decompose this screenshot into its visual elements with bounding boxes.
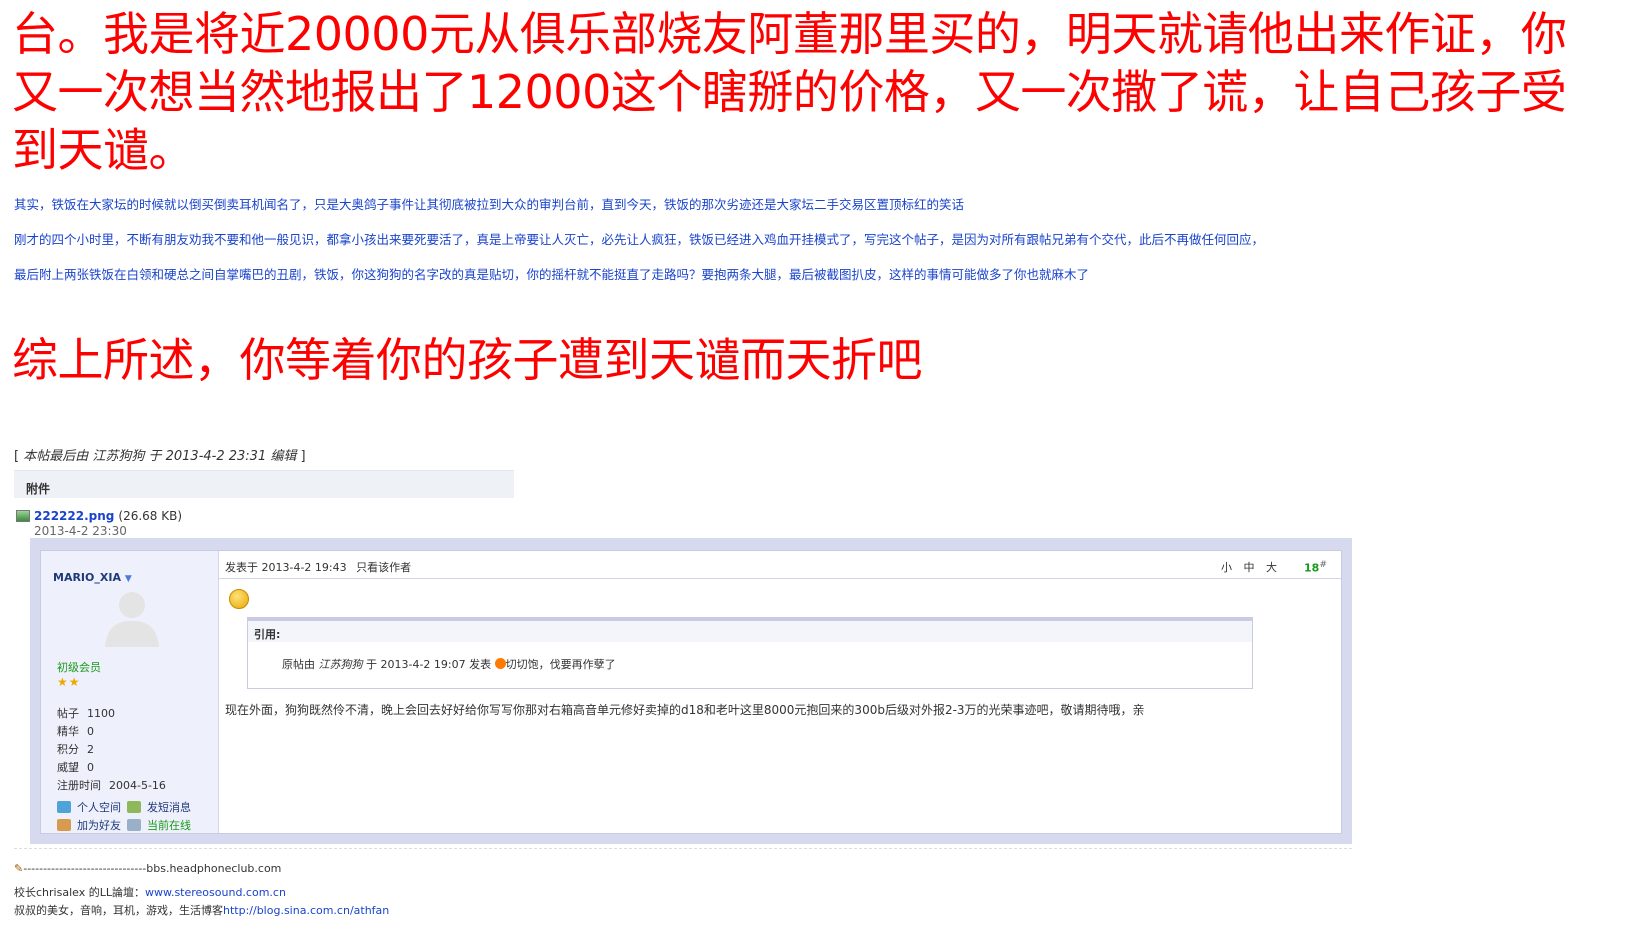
divider: [14, 848, 1352, 849]
online-status: 当前在线: [147, 819, 191, 832]
floor-number: 18#: [1304, 559, 1327, 575]
rank-stars: ★★: [57, 675, 81, 689]
post-message: 现在外面，狗狗既然伶不清，晚上会回去好好给你写写你那对右箱高音单元修好卖掉的d1…: [225, 703, 1145, 717]
quote-jump-icon[interactable]: [494, 658, 506, 669]
body-text-line-2: 又一次想当然地报出了12000这个瞎掰的价格，又一次撒了谎，让自己孩子受: [12, 65, 1567, 119]
personal-space-link[interactable]: 个人空间: [77, 799, 121, 815]
chevron-down-icon: ▼: [124, 574, 132, 584]
post-time: 发表于 2013-4-2 19:43: [225, 561, 347, 574]
post-info-bar: 发表于 2013-4-2 19:43 只看该作者 小 中 大 18#: [219, 551, 1341, 579]
attachment-size: (26.68 KB): [118, 509, 183, 523]
stereosound-link[interactable]: www.stereosound.com.cn: [145, 886, 286, 899]
only-author-link[interactable]: 只看该作者: [356, 561, 411, 574]
user-links-row-2: 加为好友 当前在线: [57, 817, 191, 833]
signature-dashes: ✎-------------------------------bbs.head…: [14, 862, 282, 875]
quote-author: 江苏狗狗: [318, 658, 363, 671]
edit-note: [ 本帖最后由 江苏狗狗 于 2013-4-2 23:31 编辑 ]: [14, 449, 306, 464]
image-file-icon: [16, 510, 30, 522]
blue-paragraph-3: 最后附上两张铁饭在白领和硬总之间自掌嘴巴的丑剧，铁饭，你这狗狗的名字改的真是贴切…: [14, 267, 1090, 282]
signature-line-2: 叔叔的美女，音响，耳机，游戏，生活博客http://blog.sina.com.…: [14, 904, 390, 917]
edit-note-text: 本帖最后由 江苏狗狗 于 2013-4-2 23:31 编辑: [23, 449, 297, 464]
send-message-link[interactable]: 发短消息: [147, 799, 191, 815]
signature-line-1: 校长chrisalex 的LL論壇：www.stereosound.com.cn: [14, 886, 286, 899]
add-friend-link[interactable]: 加为好友: [77, 817, 121, 833]
user-rank: 初级会员: [57, 661, 101, 674]
blog-link[interactable]: http://blog.sina.com.cn/athfan: [223, 904, 389, 917]
pencil-icon: ✎: [14, 862, 24, 875]
home-icon: [57, 801, 71, 813]
stat-posts: 帖子 1100: [57, 707, 115, 720]
user-links-row-1: 个人空间 发短消息: [57, 799, 191, 815]
stat-register-date: 注册时间 2004-5-16: [57, 779, 166, 792]
stat-points: 积分 2: [57, 743, 94, 756]
attachment-link[interactable]: 222222.png: [34, 509, 114, 523]
body-text-line-1: 台。我是将近20000元从俱乐部烧友阿董那里买的，明天就请他出来作证，你: [12, 7, 1567, 61]
summary-text: 综上所述，你等着你的孩子遭到天谴而天折吧: [12, 333, 923, 387]
quote-header: 引用:: [248, 618, 1252, 642]
quote-body: 原帖由 江苏狗狗 于 2013-4-2 19:07 发表 切切饱，伐要再作孽了: [282, 658, 616, 671]
emoticon-icon: [229, 589, 249, 609]
attachment-file: 222222.png (26.68 KB): [16, 509, 182, 523]
username[interactable]: MARIO_XIA ▼: [53, 571, 132, 584]
quote-text: 切切饱，伐要再作孽了: [505, 658, 616, 671]
online-user-icon: [127, 819, 141, 831]
blue-paragraph-2: 刚才的四个小时里，不断有朋友劝我不要和他一般见识，都拿小孩出来要死要活了，真是上…: [14, 232, 1265, 247]
attachment-date: 2013-4-2 23:30: [34, 524, 127, 538]
post-content: 发表于 2013-4-2 19:43 只看该作者 小 中 大 18# 引用: 原…: [219, 551, 1341, 833]
stat-prestige: 威望 0: [57, 761, 94, 774]
blue-paragraph-1: 其实，铁饭在大家坛的时候就以倒买倒卖耳机闻名了，只是大奥鸽子事件让其彻底被拉到大…: [14, 197, 965, 212]
add-friend-icon: [57, 819, 71, 831]
user-sidebar: MARIO_XIA ▼ 初级会员 ★★ 帖子 1100 精华 0 积分 2 威望 0 注…: [41, 551, 219, 833]
attachment-header: 附件: [14, 470, 514, 498]
embedded-post: MARIO_XIA ▼ 初级会员 ★★ 帖子 1100 精华 0 积分 2 威望 0 注…: [40, 550, 1342, 834]
body-text-line-3: 到天谴。: [12, 123, 195, 177]
font-size-switcher[interactable]: 小 中 大: [1221, 559, 1281, 575]
avatar: [105, 592, 159, 647]
message-icon: [127, 801, 141, 813]
attached-screenshot: MARIO_XIA ▼ 初级会员 ★★ 帖子 1100 精华 0 积分 2 威望 0 注…: [30, 538, 1352, 844]
stat-digest: 精华 0: [57, 725, 94, 738]
quote-block: 引用: 原帖由 江苏狗狗 于 2013-4-2 19:07 发表 切切饱，伐要再…: [247, 617, 1253, 689]
